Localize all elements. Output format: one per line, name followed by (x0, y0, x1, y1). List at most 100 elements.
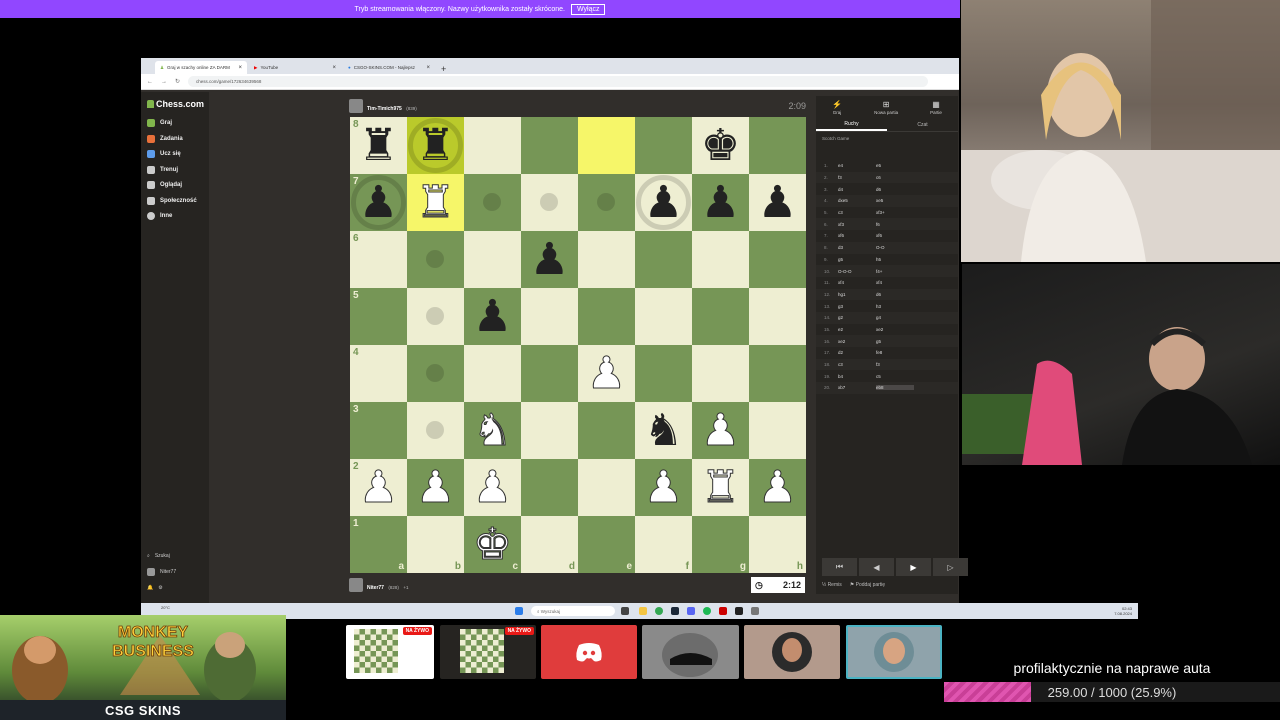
square-a3[interactable]: 3 (350, 402, 407, 459)
tab-youtube[interactable]: ▶ YouTube × (249, 61, 341, 74)
square-a6[interactable]: 6 (350, 231, 407, 288)
player-name[interactable]: Niter77 (367, 585, 384, 591)
square-e8[interactable] (578, 117, 635, 174)
square-c1[interactable]: c ♚ (464, 516, 521, 573)
task-view-icon[interactable] (621, 607, 629, 615)
sidebar-item-more[interactable]: Inne (147, 211, 172, 221)
sidebar-item-learn[interactable]: Ucz się (147, 149, 181, 159)
square-a7[interactable]: 7 ♟ (350, 174, 407, 231)
app-icon[interactable] (751, 607, 759, 615)
square-f8[interactable] (635, 117, 692, 174)
black-move[interactable]: c6 (876, 175, 914, 180)
sidebar-search[interactable]: ⌕ Szukaj (147, 553, 170, 559)
app-icon[interactable] (735, 607, 743, 615)
square-a2[interactable]: 2 ♟ (350, 459, 407, 516)
close-icon[interactable]: × (238, 65, 242, 71)
square-b3[interactable] (407, 402, 464, 459)
black-move[interactable]: eb8 (876, 385, 914, 391)
black-pawn-icon[interactable]: ♟ (530, 237, 569, 282)
tab-csgoskins[interactable]: ● CSGO-SKINS.COM - Najlepsz × (343, 61, 435, 74)
square-c3[interactable]: ♞ (464, 402, 521, 459)
chess-board[interactable]: 8 ♜ ♜ ♚ 7 ♟ ♜ ♟ ♟ ♟ 6 ♟ 5 ♟ 4 ♟ 3 ♞ ♞ ♟ 2 ♟ ♟ ♟ ♟ ♜ ♟ 1 a b c ♚ d e f g h (350, 117, 806, 573)
scene-tile-avatar-2[interactable] (846, 625, 942, 679)
square-g3[interactable]: ♟ (692, 402, 749, 459)
white-move[interactable]: d4 (838, 187, 876, 192)
square-b1[interactable]: b (407, 516, 464, 573)
capture-hint-ring[interactable] (408, 118, 463, 173)
discord-icon[interactable] (687, 607, 695, 615)
square-d2[interactable] (521, 459, 578, 516)
square-h8[interactable] (749, 117, 806, 174)
square-f5[interactable] (635, 288, 692, 345)
black-move[interactable]: c5 (876, 374, 914, 379)
square-h2[interactable]: ♟ (749, 459, 806, 516)
white-move[interactable]: xe2 (838, 339, 876, 344)
square-b6[interactable] (407, 231, 464, 288)
white-move[interactable]: xb7 (838, 385, 876, 390)
square-f6[interactable] (635, 231, 692, 288)
black-move[interactable]: f4+ (876, 269, 914, 274)
square-h7[interactable]: ♟ (749, 174, 806, 231)
sponsor-banner[interactable]: MONKEY BUSINESS CSG SKINS (0, 615, 286, 720)
square-d8[interactable] (521, 117, 578, 174)
prev-move-button[interactable]: ◀ (859, 558, 894, 576)
white-pawn-icon[interactable]: ♟ (757, 465, 797, 510)
square-g7[interactable]: ♟ (692, 174, 749, 231)
white-move[interactable]: e2 (838, 327, 876, 332)
square-d4[interactable] (521, 345, 578, 402)
white-move[interactable]: c3 (838, 210, 876, 215)
black-pawn-icon[interactable]: ♟ (701, 180, 740, 225)
folder-icon[interactable] (639, 607, 647, 615)
square-f4[interactable] (635, 345, 692, 402)
white-move[interactable]: d3 (838, 245, 876, 250)
square-e1[interactable]: e (578, 516, 635, 573)
notification-icon[interactable]: 🔔 (147, 585, 153, 591)
new-tab-icon[interactable]: + (437, 64, 450, 74)
steam-icon[interactable] (671, 607, 679, 615)
first-move-button[interactable]: ⏮ (822, 558, 857, 576)
square-h6[interactable] (749, 231, 806, 288)
capture-hint-ring[interactable] (351, 175, 406, 230)
close-icon[interactable]: × (332, 65, 336, 71)
white-rook-icon[interactable]: ♜ (700, 465, 740, 510)
back-icon[interactable]: ← (147, 79, 153, 85)
black-move[interactable]: h3 (876, 304, 914, 309)
square-c7[interactable] (464, 174, 521, 231)
white-pawn-icon[interactable]: ♟ (643, 465, 683, 510)
black-move[interactable]: xf4 (876, 280, 914, 285)
black-move[interactable]: fe8 (876, 350, 914, 355)
sidebar-item-train[interactable]: Trenuj (147, 165, 178, 175)
white-pawn-icon[interactable]: ♟ (586, 351, 626, 396)
white-move[interactable]: g3 (838, 304, 876, 309)
tab-games[interactable]: ▦ Partie (930, 100, 942, 115)
square-a1[interactable]: 1a (350, 516, 407, 573)
black-move[interactable]: f3 (876, 362, 914, 367)
black-rook-icon[interactable]: ♜ (359, 123, 398, 168)
black-move[interactable]: f6 (876, 222, 914, 227)
white-move[interactable]: d2 (838, 350, 876, 355)
square-d3[interactable] (521, 402, 578, 459)
black-move[interactable]: xe2 (876, 327, 914, 332)
sidebar-item-watch[interactable]: Oglądaj (147, 180, 182, 190)
white-move[interactable]: xf3 (838, 222, 876, 227)
capture-hint-ring[interactable] (636, 175, 691, 230)
legal-move-dot[interactable] (597, 193, 615, 211)
white-move[interactable]: O-O-O (838, 269, 876, 274)
square-e7[interactable] (578, 174, 635, 231)
tab-chat[interactable]: Czat (887, 118, 958, 131)
opening-name[interactable]: Scotch Game (816, 132, 958, 145)
sidebar-user[interactable]: Niter77 (147, 568, 176, 576)
legal-move-dot[interactable] (426, 421, 444, 439)
square-g5[interactable] (692, 288, 749, 345)
square-e4[interactable]: ♟ (578, 345, 635, 402)
tab-moves[interactable]: Ruchy (816, 118, 887, 131)
square-d1[interactable]: d (521, 516, 578, 573)
taskbar-search-input[interactable]: ⌕ Wyszukaj (531, 606, 615, 616)
white-move[interactable]: b4 (838, 374, 876, 379)
square-h3[interactable] (749, 402, 806, 459)
square-f3[interactable]: ♞ (635, 402, 692, 459)
sidebar-item-puzzles[interactable]: Zadania (147, 134, 183, 144)
white-move[interactable]: xf6 (838, 233, 876, 238)
square-g8[interactable]: ♚ (692, 117, 749, 174)
white-move[interactable]: e4 (838, 163, 876, 168)
